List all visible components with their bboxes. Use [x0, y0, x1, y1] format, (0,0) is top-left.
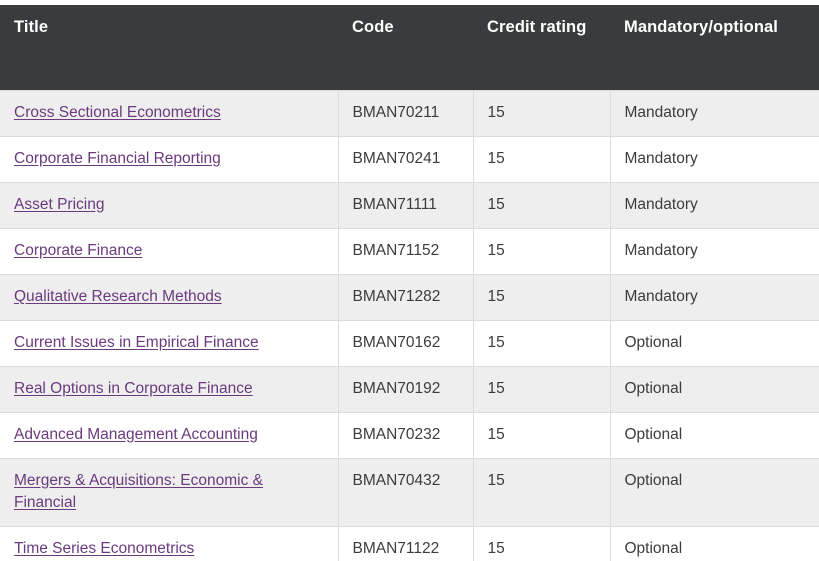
cell-mandatory-optional: Mandatory — [610, 228, 819, 275]
course-title-link[interactable]: Qualitative Research Methods — [14, 288, 222, 305]
cell-title: Corporate Finance — [0, 228, 339, 275]
cell-code: BMAN71282 — [338, 274, 474, 321]
course-units-page: Title Code Credit rating Mandatory/optio… — [0, 0, 819, 561]
table-body: Cross Sectional Econometrics BMAN70211 15 M… — [0, 89, 819, 561]
course-title-link[interactable]: Corporate Finance — [14, 242, 142, 259]
cell-code: BMAN71152 — [338, 228, 474, 275]
cell-code: BMAN70432 — [338, 458, 474, 527]
cell-code: BMAN70192 — [338, 366, 474, 413]
course-title-link[interactable]: Current Issues in Empirical Finance — [14, 334, 259, 351]
cell-mandatory-optional: Optional — [610, 366, 819, 413]
cell-mandatory-optional: Mandatory — [610, 182, 819, 229]
cell-mandatory-optional: Optional — [610, 320, 819, 367]
cell-title: Cross Sectional Econometrics — [0, 89, 339, 137]
cell-credit-rating: 15 — [473, 458, 611, 527]
cell-title: Time Series Econometrics — [0, 526, 339, 561]
table-row: Asset Pricing BMAN71111 15 Mandatory — [0, 182, 819, 229]
column-header-mandatory-optional: Mandatory/optional — [610, 5, 819, 90]
cell-title: Current Issues in Empirical Finance — [0, 320, 339, 367]
table-header: Title Code Credit rating Mandatory/optio… — [0, 5, 819, 90]
course-title-link[interactable]: Cross Sectional Econometrics — [14, 104, 221, 121]
cell-code: BMAN71122 — [338, 526, 474, 561]
cell-mandatory-optional: Optional — [610, 526, 819, 561]
table-row: Time Series Econometrics BMAN71122 15 Optio… — [0, 526, 819, 561]
cell-credit-rating: 15 — [473, 274, 611, 321]
cell-mandatory-optional: Mandatory — [610, 136, 819, 183]
cell-credit-rating: 15 — [473, 89, 611, 137]
cell-title: Advanced Management Accounting — [0, 412, 339, 459]
column-header-code: Code — [338, 5, 473, 90]
course-units-table: Title Code Credit rating Mandatory/optio… — [0, 5, 819, 561]
column-header-credit-rating: Credit rating — [473, 5, 610, 90]
cell-credit-rating: 15 — [473, 526, 611, 561]
table-row: Current Issues in Empirical Finance BMAN7… — [0, 320, 819, 367]
table-row: Cross Sectional Econometrics BMAN70211 15 M… — [0, 89, 819, 137]
course-title-link[interactable]: Time Series Econometrics — [14, 540, 194, 557]
cell-credit-rating: 15 — [473, 182, 611, 229]
cell-credit-rating: 15 — [473, 366, 611, 413]
course-title-link[interactable]: Mergers & Acquisitions: Economic & Finan… — [14, 472, 263, 511]
table-row: Advanced Management Accounting BMAN70232 1… — [0, 412, 819, 459]
cell-credit-rating: 15 — [473, 228, 611, 275]
cell-code: BMAN70241 — [338, 136, 474, 183]
table-row: Qualitative Research Methods BMAN71282 15 M… — [0, 274, 819, 321]
cell-code: BMAN70211 — [338, 89, 474, 137]
cell-title: Corporate Financial Reporting — [0, 136, 339, 183]
course-title-link[interactable]: Asset Pricing — [14, 196, 104, 213]
cell-code: BMAN70162 — [338, 320, 474, 367]
cell-title: Asset Pricing — [0, 182, 339, 229]
course-title-link[interactable]: Advanced Management Accounting — [14, 426, 258, 443]
course-title-link[interactable]: Real Options in Corporate Finance — [14, 380, 253, 397]
cell-title: Qualitative Research Methods — [0, 274, 339, 321]
cell-mandatory-optional: Optional — [610, 458, 819, 527]
table-header-row: Title Code Credit rating Mandatory/optio… — [0, 5, 819, 90]
table-row: Corporate Financial Reporting BMAN70241 15… — [0, 136, 819, 183]
cell-credit-rating: 15 — [473, 320, 611, 367]
cell-mandatory-optional: Optional — [610, 412, 819, 459]
table-row: Corporate Finance BMAN71152 15 Mandatory — [0, 228, 819, 275]
cell-credit-rating: 15 — [473, 412, 611, 459]
cell-credit-rating: 15 — [473, 136, 611, 183]
table-row: Mergers & Acquisitions: Economic & Finan… — [0, 458, 819, 527]
column-header-title: Title — [0, 5, 338, 90]
cell-mandatory-optional: Mandatory — [610, 274, 819, 321]
cell-title: Real Options in Corporate Finance — [0, 366, 339, 413]
cell-mandatory-optional: Mandatory — [610, 89, 819, 137]
cell-code: BMAN70232 — [338, 412, 474, 459]
table-row: Real Options in Corporate Finance BMAN701… — [0, 366, 819, 413]
cell-title: Mergers & Acquisitions: Economic & Finan… — [0, 458, 339, 527]
course-title-link[interactable]: Corporate Financial Reporting — [14, 150, 221, 167]
cell-code: BMAN71111 — [338, 182, 474, 229]
